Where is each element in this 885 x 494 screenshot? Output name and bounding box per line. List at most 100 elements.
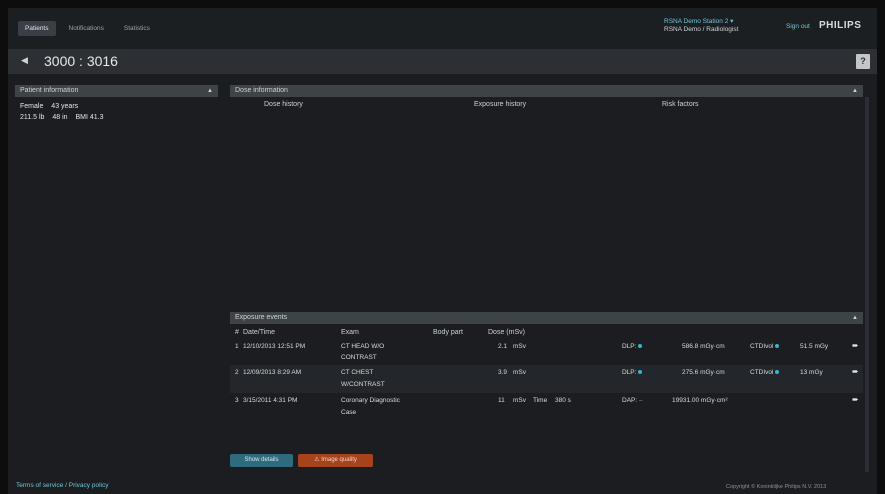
status-dot-icon [775,370,780,375]
abdomen-exposure-region[interactable] [500,173,528,203]
row-ctdi: CTDIvol [750,369,780,376]
row-exam: CT CHEST [341,369,374,376]
row-exam-cont: CONTRAST [341,354,377,361]
patient-bmi: BMI 41.3 [75,114,104,121]
help-button[interactable]: ? [856,54,870,69]
table-header: # Date/Time Exam Body part Dose (mSv) [230,325,863,339]
patient-info-header[interactable]: Patient information ▲ [15,85,218,97]
risk-bar[interactable] [676,245,684,297]
row-dose-unit: mSv [513,397,526,404]
patient-info-title: Patient information [20,87,79,94]
sign-out-link[interactable]: Sign out [786,23,810,30]
exposure-events-table: # Date/Time Exam Body part Dose (mSv) 1 … [230,325,863,421]
open-event-arrow-icon[interactable]: ➨ [852,367,859,376]
marker-period-label: 6 months [302,169,323,175]
patient-info-panel: Female 43 years 211.5 lb 48 in BMI 41.3 [20,101,110,123]
row-datetime: 12/10/2013 12:51 PM [243,343,306,350]
row-dose: 3.9 [498,369,508,376]
col-header-exam: Exam [341,329,359,336]
y-tick-label: 50 [240,142,245,147]
image-quality-button[interactable]: ⚠ Image quality [298,454,373,467]
back-arrow-icon[interactable]: ◀ [21,55,28,66]
table-row[interactable]: 2 12/09/2013 8:29 AM CT CHEST W/CONTRAST… [230,365,863,393]
row-time-label: Time [533,397,548,404]
collapse-icon[interactable]: ▲ [852,85,858,97]
warning-icon: ⚠ [314,457,320,463]
exposure-events-header[interactable]: Exposure events ▲ [230,312,863,324]
row-datetime: 3/15/2011 4:31 PM [243,397,298,404]
tab-notifications[interactable]: Notifications [62,21,111,36]
row-metric: DLP: [622,343,643,350]
risk-label: Very high BMI [688,254,732,261]
status-dot-icon [638,344,643,349]
y-tick-label: 10 [240,172,245,177]
exposure-history-label: Exposure history [474,101,527,108]
col-header-dose: Dose (mSv) [488,329,525,336]
top-bar: Patients Notifications Statistics RSNA D… [8,8,877,47]
terms-privacy-link[interactable]: Terms of service / Privacy policy [16,482,108,489]
row-metric-value: 19931.00 mGy·cm² [672,397,728,404]
page-title: 3000 : 3016 [44,53,118,69]
y-tick-label: 0.1 [238,278,244,283]
row-exam: CT HEAD W/O [341,343,385,350]
col-header-number: # [235,329,239,336]
metric-label: DAP: [622,397,638,404]
row-dose-unit: mSv [513,343,526,350]
row-datetime: 12/09/2013 8:29 AM [243,369,302,376]
dose-info-title: Dose information [235,87,288,94]
dose-projection-area [253,116,338,154]
metric-label: DLP: [622,343,637,350]
y-tick-label: 5 [242,202,245,207]
row-number: 1 [235,343,239,350]
table-row[interactable]: 1 12/10/2013 12:51 PM CT HEAD W/O CONTRA… [230,339,863,365]
y-tick-label: 0 [242,292,245,297]
tab-statistics[interactable]: Statistics [117,21,157,36]
row-number: 2 [235,369,239,376]
col-header-body-part: Body part [433,329,463,336]
row-metric: DAP: – [622,397,643,404]
table-row[interactable]: 3 3/15/2011 4:31 PM Coronary Diagnostic … [230,393,863,421]
open-event-arrow-icon[interactable]: ➨ [852,395,859,404]
tab-patients[interactable]: Patients [18,21,56,36]
dose-accumulation-area [253,154,290,297]
dose-history-label: Dose history [264,101,303,108]
panel-scrollbar[interactable] [865,97,869,472]
row-metric-value: 586.8 mGy·cm [682,343,725,350]
risk-scale-top [677,115,683,121]
row-exam-cont: Case [341,409,357,416]
patient-age: 43 years [51,103,79,110]
user-role: RSNA Demo / Radiologist [664,26,739,33]
status-dot-icon [638,370,643,375]
patient-sex: Female [20,103,44,110]
main-nav: Patients Notifications Statistics [18,21,157,36]
y-tick-label: 1 [242,232,245,237]
row-dose: 11 [498,397,505,404]
row-dose: 2.1 [498,343,508,350]
dose-marker[interactable] [274,214,278,218]
patient-height: 48 in [52,114,68,121]
marker-dose-value: 11.1 mSv [302,160,325,166]
row-number: 3 [235,397,239,404]
collapse-icon[interactable]: ▲ [207,85,213,97]
row-ctdi-value: 13 mGy [800,369,823,376]
metric-label: DLP: [622,369,637,376]
chest-exposure-region[interactable] [498,147,530,177]
ctdi-label: CTDIvol [750,343,774,350]
site-selector[interactable]: RSNA Demo Station 2 ▾ RSNA Demo / Radiol… [664,18,738,34]
y-tick-label: 0.5 [238,260,244,265]
open-event-arrow-icon[interactable]: ➨ [852,341,859,350]
dose-axis: 100 50 10 5 1 0.5 0.1 0 [238,114,248,298]
patient-weight: 211.5 lb [20,114,45,121]
row-exam: Coronary Diagnostic [341,397,400,404]
dose-marker[interactable] [268,291,272,295]
show-details-button[interactable]: Show details [230,454,293,467]
dose-marker[interactable] [288,159,292,163]
row-ctdi: CTDIvol [750,343,780,350]
collapse-icon[interactable]: ▲ [852,312,858,324]
app-window: Patients Notifications Statistics RSNA D… [8,8,877,494]
site-name[interactable]: RSNA Demo Station 2 ▾ [664,18,738,26]
risk-scale-bottom [676,292,684,300]
exposure-events-title: Exposure events [235,314,288,321]
row-time-value: 380 s [555,397,571,404]
dose-info-header[interactable]: Dose information ▲ [230,85,863,97]
